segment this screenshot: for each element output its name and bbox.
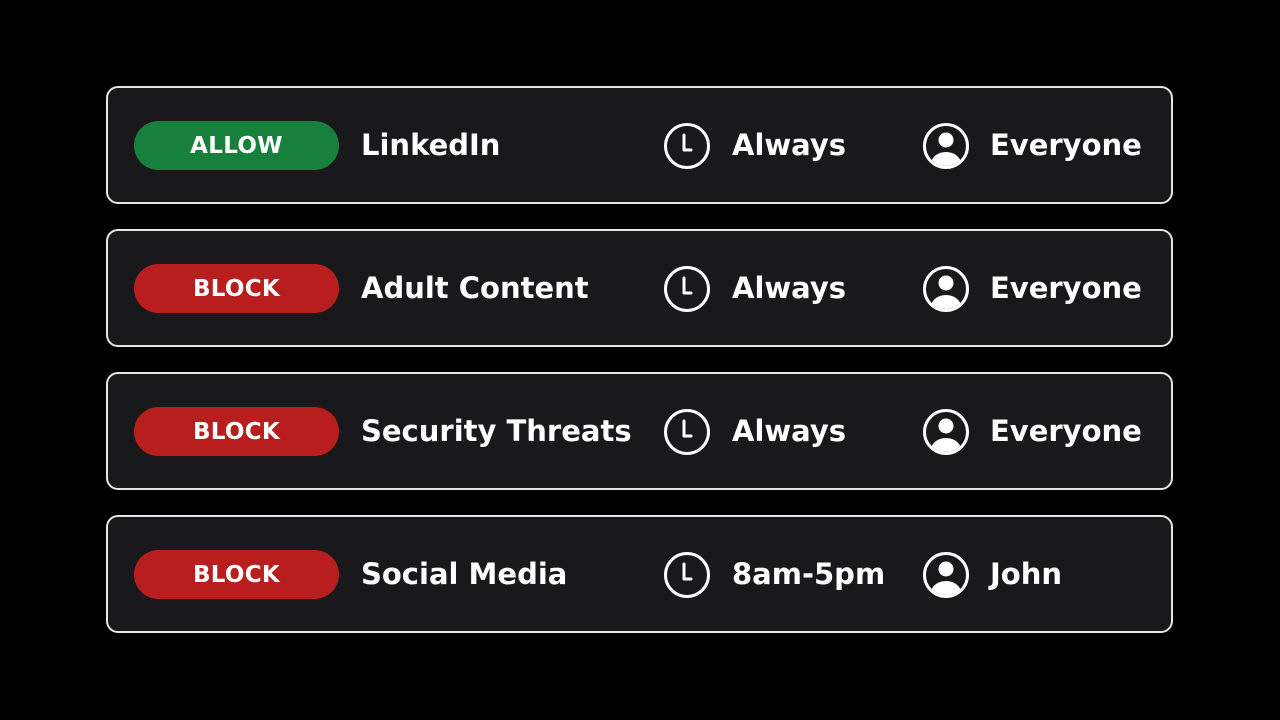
clock-icon — [664, 266, 710, 312]
action-badge-allow[interactable]: ALLOW — [134, 121, 339, 170]
rule-row[interactable]: BLOCK Security Threats Always Everyone — [106, 372, 1173, 490]
rule-row[interactable]: ALLOW LinkedIn Always Everyone — [106, 86, 1173, 204]
user-icon — [923, 552, 969, 598]
rule-applies-to: Everyone — [990, 271, 1142, 305]
user-icon — [923, 409, 969, 455]
rule-target: Social Media — [361, 557, 568, 591]
rule-target: LinkedIn — [361, 128, 501, 162]
rule-target: Adult Content — [361, 271, 589, 305]
action-badge-block[interactable]: BLOCK — [134, 264, 339, 313]
rule-applies-to: Everyone — [990, 414, 1142, 448]
clock-icon — [664, 123, 710, 169]
rule-schedule: Always — [732, 414, 847, 448]
rule-row[interactable]: BLOCK Social Media 8am-5pm John — [106, 515, 1173, 633]
clock-icon — [664, 552, 710, 598]
rule-schedule: Always — [732, 128, 847, 162]
clock-icon — [664, 409, 710, 455]
rule-schedule: 8am-5pm — [732, 557, 886, 591]
rule-applies-to: Everyone — [990, 128, 1142, 162]
action-badge-block[interactable]: BLOCK — [134, 407, 339, 456]
action-badge-block[interactable]: BLOCK — [134, 550, 339, 599]
user-icon — [923, 123, 969, 169]
rule-applies-to: John — [990, 557, 1063, 591]
rule-schedule: Always — [732, 271, 847, 305]
user-icon — [923, 266, 969, 312]
rule-target: Security Threats — [361, 414, 632, 448]
rule-row[interactable]: BLOCK Adult Content Always Everyone — [106, 229, 1173, 347]
